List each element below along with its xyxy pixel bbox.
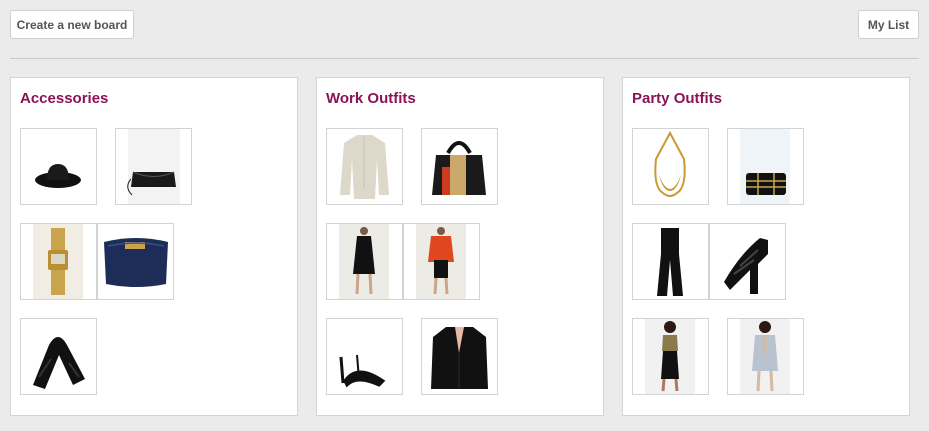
black-fur-scarf-image (33, 337, 85, 389)
black-box-clutch-image (740, 129, 790, 204)
product-thumbnail-tailored-blazer[interactable] (421, 318, 498, 395)
navy-cosmetic-bag-image (104, 238, 168, 287)
black-shift-dress-image (339, 224, 389, 299)
product-thumbnail-heels[interactable] (326, 318, 403, 395)
black-floppy-hat-image (35, 164, 81, 188)
black-clutch-bag-image (127, 129, 180, 204)
grey-plunge-playsuit-image (740, 319, 790, 394)
black-tote-bag-image (432, 141, 486, 195)
divider (10, 58, 919, 59)
gold-digital-watch-image (33, 224, 83, 299)
product-thumbnail-playsuit[interactable] (727, 318, 804, 395)
my-list-button[interactable]: My List (858, 10, 919, 39)
product-thumbnail-scarf[interactable] (20, 318, 97, 395)
red-blazer-outfit-image (416, 224, 466, 299)
board-title[interactable]: Work Outfits (326, 90, 416, 107)
product-thumbnail-clutch[interactable] (115, 128, 192, 205)
product-thumbnail-box-clutch[interactable] (727, 128, 804, 205)
create-board-button[interactable]: Create a new board (10, 10, 134, 39)
gold-collar-necklace-image (654, 130, 686, 197)
board-title[interactable]: Accessories (20, 90, 108, 107)
product-thumbnail-jumpsuit[interactable] (632, 223, 709, 300)
black-strapless-jumpsuit-image (657, 228, 683, 296)
cream-silk-blouse-image (340, 135, 389, 199)
black-pointed-heels-image (339, 354, 386, 388)
board-title[interactable]: Party Outfits (632, 90, 722, 107)
black-platform-sandals-image (724, 238, 768, 294)
product-thumbnail-watch[interactable] (20, 223, 97, 300)
product-thumbnail-tote[interactable] (421, 128, 498, 205)
product-thumbnail-hat[interactable] (20, 128, 97, 205)
product-thumbnail-crop-top-outfit[interactable] (632, 318, 709, 395)
board-accessories[interactable]: Accessories (10, 77, 298, 416)
product-thumbnail-cosmetic-bag[interactable] (97, 223, 174, 300)
product-thumbnail-shift-dress[interactable] (326, 223, 403, 300)
black-tailored-blazer-image (431, 327, 488, 389)
board-work-outfits[interactable]: Work Outfits (316, 77, 604, 416)
product-thumbnail-necklace[interactable] (632, 128, 709, 205)
board-party-outfits[interactable]: Party Outfits (622, 77, 910, 416)
product-thumbnail-platform-sandals[interactable] (709, 223, 786, 300)
product-thumbnail-red-blazer[interactable] (403, 223, 480, 300)
product-thumbnail-blouse[interactable] (326, 128, 403, 205)
black-crop-top-outfit-image (645, 319, 695, 394)
